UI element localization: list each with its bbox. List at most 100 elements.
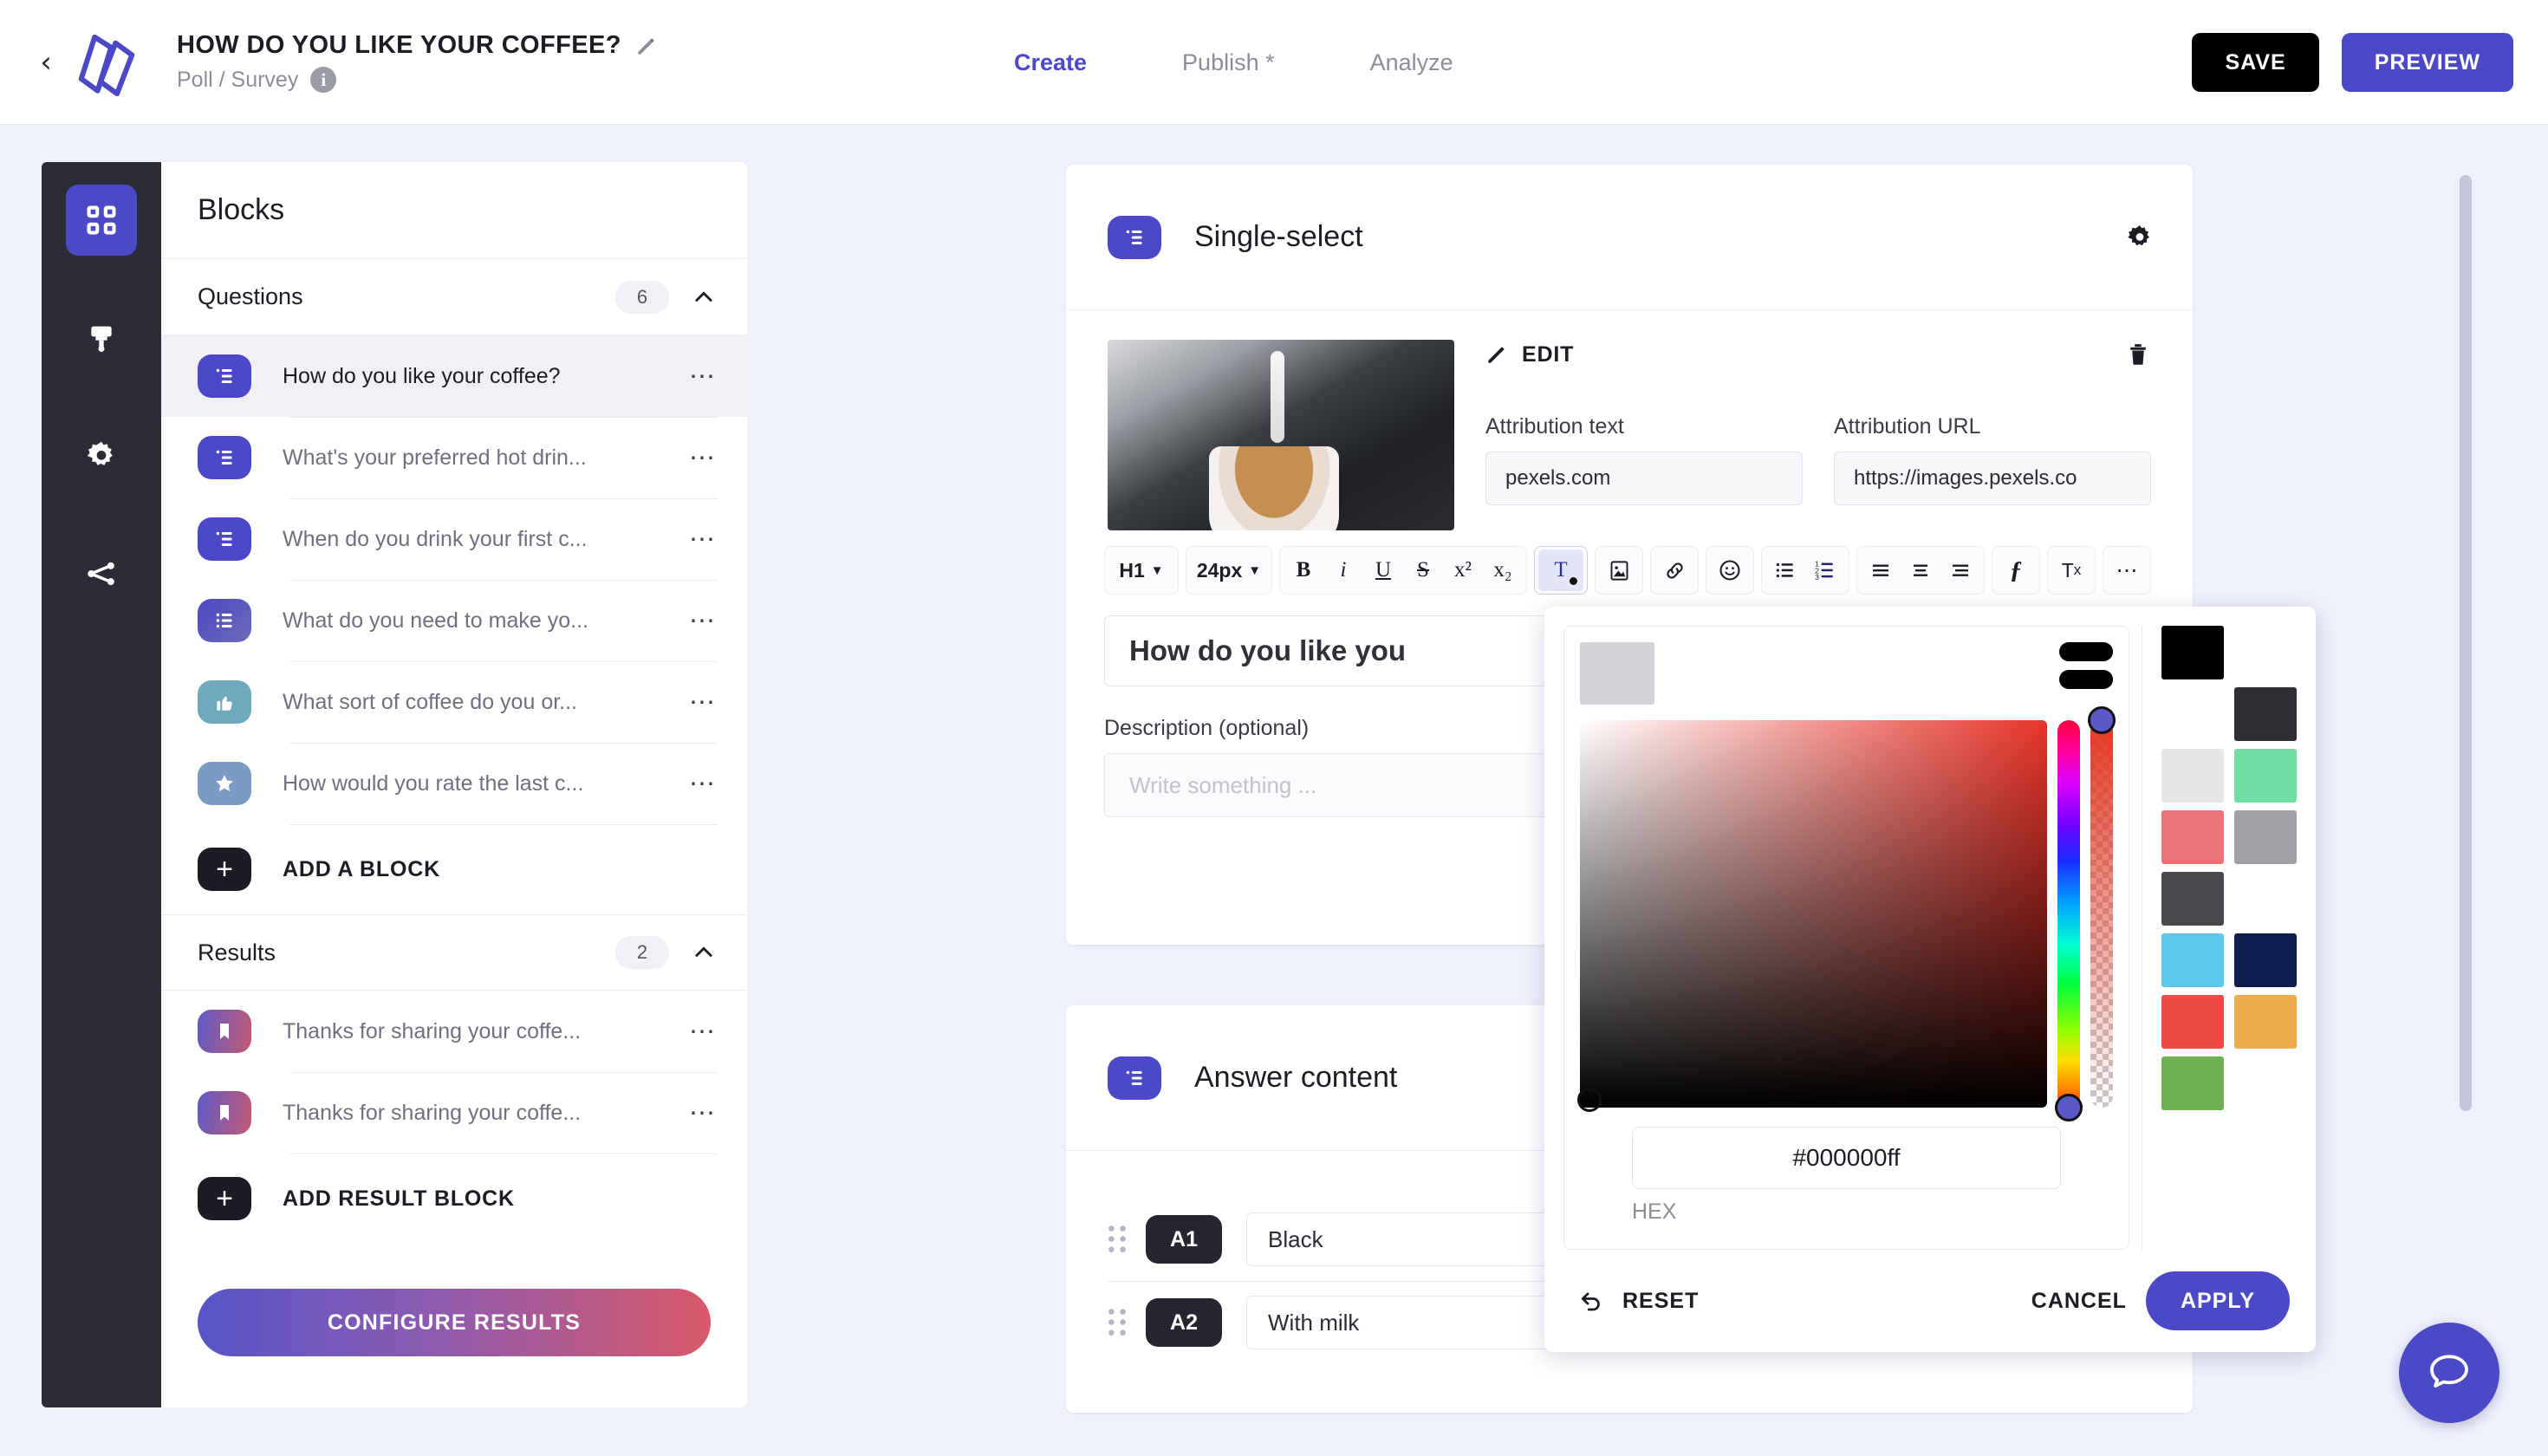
block-item-menu-button[interactable]: ⋯ [689, 769, 718, 799]
media-thumbnail[interactable] [1108, 340, 1454, 530]
chevron-up-icon[interactable] [692, 285, 716, 309]
block-item-menu-button[interactable]: ⋯ [689, 687, 718, 718]
italic-button[interactable]: i [1323, 549, 1363, 591]
alpha-slider[interactable] [2088, 706, 2116, 1108]
align-right-button[interactable] [1940, 549, 1980, 591]
insert-link-button[interactable] [1654, 549, 1694, 591]
block-item-menu-button[interactable]: ⋯ [689, 524, 718, 555]
results-section-header[interactable]: Results 2 [161, 914, 747, 991]
pencil-icon[interactable] [635, 35, 658, 57]
clear-format-button[interactable]: Tx [2051, 549, 2091, 591]
back-button[interactable]: ‹ [26, 48, 66, 77]
trash-icon[interactable] [2125, 340, 2151, 369]
blocks-panel: Blocks Questions 6 How do you like your … [161, 162, 747, 1407]
hue-slider[interactable] [2055, 720, 2083, 1121]
chat-support-button[interactable] [2399, 1323, 2499, 1423]
heading-level-select[interactable]: H1 ▼ [1108, 549, 1174, 591]
gear-icon[interactable] [2125, 223, 2155, 252]
alpha-slider-knob[interactable] [2088, 706, 2116, 734]
hue-slider-knob[interactable] [2055, 1094, 2083, 1121]
heading-level-value: H1 [1119, 558, 1145, 582]
block-item-question-2[interactable]: What's your preferred hot drin... ⋯ [161, 417, 747, 498]
rail-item-settings[interactable] [66, 420, 137, 491]
reset-button[interactable]: RESET [1579, 1288, 1699, 1314]
paint-brush-icon [91, 326, 112, 352]
swatch-red[interactable] [2161, 995, 2224, 1049]
media-row: EDIT Attribution text Attribution URL [1066, 310, 2193, 530]
bold-button[interactable]: B [1284, 549, 1323, 591]
swatch-mid-gray[interactable] [2234, 810, 2297, 864]
subscript-button[interactable]: x₂ [1483, 549, 1523, 591]
tab-analyze[interactable]: Analyze [1370, 49, 1453, 76]
swatch-light-gray[interactable] [2161, 749, 2224, 803]
block-item-result-1[interactable]: Thanks for sharing your coffe... ⋯ [161, 991, 747, 1072]
block-item-question-3[interactable]: When do you drink your first c... ⋯ [161, 498, 747, 580]
add-result-block-button[interactable]: + ADD RESULT BLOCK [161, 1154, 747, 1244]
add-a-block-button[interactable]: + ADD A BLOCK [161, 824, 747, 914]
block-item-question-6[interactable]: How would you rate the last c... ⋯ [161, 743, 747, 824]
rail-item-share[interactable] [66, 538, 137, 609]
drag-handle-icon[interactable] [1108, 1307, 1127, 1337]
chevron-up-icon[interactable] [692, 940, 716, 965]
block-item-question-1[interactable]: How do you like your coffee? ⋯ [161, 335, 747, 417]
swatch-green[interactable] [2161, 1056, 2224, 1110]
tab-publish[interactable]: Publish * [1182, 49, 1275, 76]
color-mode-toggle[interactable] [2059, 642, 2113, 689]
insert-emoji-button[interactable] [1710, 549, 1750, 591]
attribution-url-input[interactable] [1834, 452, 2151, 505]
cancel-button[interactable]: CANCEL [2031, 1289, 2127, 1314]
app-header: ‹ HOW DO YOU LIKE YOUR COFFEE? Poll / Su… [0, 0, 2548, 125]
swatch-charcoal[interactable] [2161, 872, 2224, 926]
block-item-label: Thanks for sharing your coffe... [283, 1100, 582, 1125]
text-color-button[interactable]: T [1538, 549, 1583, 591]
swatch-sky-blue[interactable] [2161, 933, 2224, 987]
block-item-menu-button[interactable]: ⋯ [689, 361, 718, 392]
numbered-list-button[interactable]: 1 2 3 [1805, 549, 1845, 591]
preview-button[interactable]: PREVIEW [2341, 33, 2513, 92]
block-item-menu-button[interactable]: ⋯ [689, 1017, 718, 1047]
font-size-select[interactable]: 24px ▼ [1190, 549, 1268, 591]
tab-create[interactable]: Create [1014, 49, 1087, 76]
hex-input[interactable]: #000000ff [1632, 1127, 2061, 1189]
attribution-text-input[interactable] [1485, 452, 1803, 505]
page-title: HOW DO YOU LIKE YOUR COFFEE? [177, 31, 621, 59]
edit-media-button[interactable]: EDIT [1485, 342, 1574, 367]
list-group: 1 2 3 [1761, 546, 1849, 595]
align-center-button[interactable] [1901, 549, 1940, 591]
swatch-navy[interactable] [2234, 933, 2297, 987]
block-item-menu-button[interactable]: ⋯ [689, 1098, 718, 1128]
swatch-row-7 [2161, 995, 2297, 1049]
swatch-black[interactable] [2161, 626, 2224, 679]
rail-item-blocks[interactable] [66, 185, 137, 256]
questions-section-header[interactable]: Questions 6 [161, 259, 747, 335]
block-item-menu-button[interactable]: ⋯ [689, 606, 718, 636]
block-item-question-5[interactable]: What sort of coffee do you or... ⋯ [161, 661, 747, 743]
insert-image-button[interactable] [1599, 549, 1639, 591]
apply-button[interactable]: APPLY [2145, 1271, 2290, 1330]
strikethrough-button[interactable]: S [1403, 549, 1443, 591]
save-button[interactable]: SAVE [2192, 33, 2319, 92]
block-item-question-4[interactable]: What do you need to make yo... ⋯ [161, 580, 747, 661]
configure-results-button[interactable]: CONFIGURE RESULTS [198, 1289, 711, 1356]
saturation-knob[interactable] [1576, 1088, 1602, 1113]
block-item-result-2[interactable]: Thanks for sharing your coffe... ⋯ [161, 1072, 747, 1154]
swatch-salmon[interactable] [2161, 810, 2224, 864]
reset-label: RESET [1622, 1288, 1700, 1313]
more-options-button[interactable]: ⋯ [2107, 549, 2147, 591]
app-logo-icon[interactable] [69, 25, 144, 100]
add-result-block-label: ADD RESULT BLOCK [283, 1186, 515, 1211]
rail-item-design[interactable] [66, 302, 137, 374]
formula-button[interactable]: ƒ [1996, 549, 2036, 591]
swatch-orange[interactable] [2234, 995, 2297, 1049]
swatch-mint-green[interactable] [2234, 749, 2297, 803]
swatch-dark-gray[interactable] [2234, 687, 2297, 741]
info-icon[interactable]: i [310, 67, 337, 93]
superscript-button[interactable]: x² [1443, 549, 1483, 591]
block-item-menu-button[interactable]: ⋯ [689, 443, 718, 473]
vertical-scrollbar[interactable] [2460, 175, 2472, 1111]
saturation-value-area[interactable] [1576, 720, 2047, 1113]
bullet-list-button[interactable] [1765, 549, 1805, 591]
underline-button[interactable]: U [1363, 549, 1403, 591]
drag-handle-icon[interactable] [1108, 1224, 1127, 1254]
align-left-button[interactable] [1861, 549, 1901, 591]
